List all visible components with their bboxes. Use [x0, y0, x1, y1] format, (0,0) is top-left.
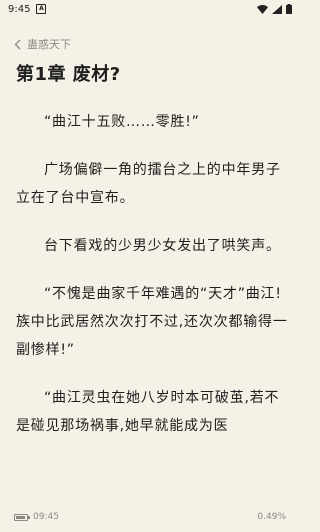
book-title: 蛊惑天下 — [27, 38, 71, 51]
paragraph: “不愧是曲家千年难遇的“天才”曲江!族中比武居然次次打不过,还次次都输得一副惨样… — [16, 286, 288, 358]
reading-progress: 0.49% — [257, 512, 286, 522]
chapter-title: 第1章 废材? — [16, 64, 121, 85]
paragraph: “曲江灵虫在她八岁时本可破茧,若不是碰见那场祸事,她早就能成为医 — [16, 390, 280, 434]
battery-icon — [286, 4, 292, 14]
paragraph: 广场偏僻一角的擂台之上的中年男子立在了台中宣布。 — [16, 162, 281, 206]
reader-footer: 09:45 0.49% — [14, 512, 286, 522]
footer-battery-icon — [14, 513, 30, 521]
chevron-left-icon — [14, 39, 21, 49]
back-button[interactable]: 蛊惑天下 — [14, 36, 71, 52]
paragraph: “曲江十五败……零胜!” — [44, 114, 200, 130]
paragraph: 台下看戏的少男少女发出了哄笑声。 — [44, 238, 281, 254]
notification-icon: A — [36, 4, 47, 14]
status-time: 9:45 — [8, 3, 31, 15]
footer-time: 09:45 — [33, 512, 59, 522]
status-bar: 9:45 A — [0, 0, 300, 18]
reading-content[interactable]: “曲江十五败……零胜!” 广场偏僻一角的擂台之上的中年男子立在了台中宣布。 台下… — [16, 108, 288, 496]
signal-icon — [272, 4, 282, 14]
wifi-icon — [257, 4, 268, 14]
